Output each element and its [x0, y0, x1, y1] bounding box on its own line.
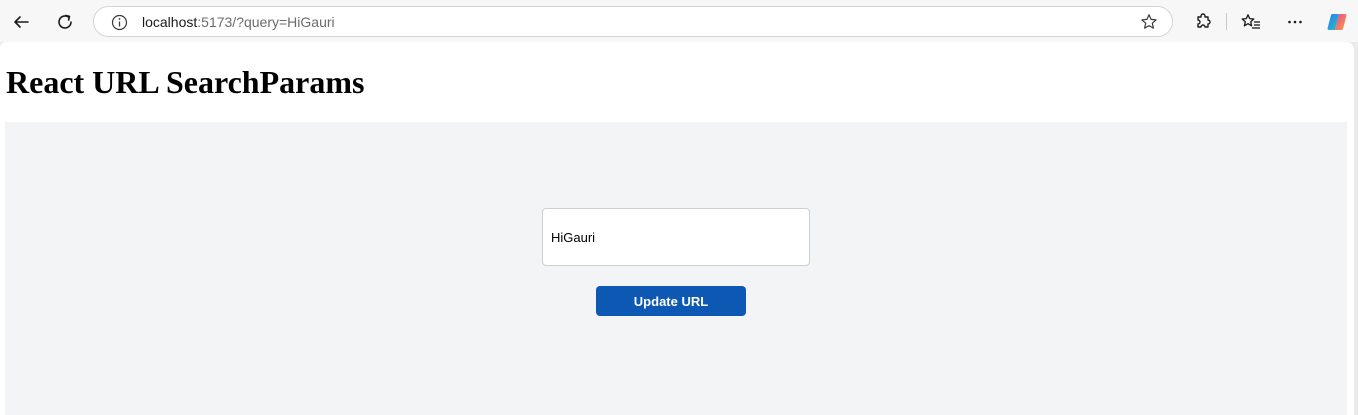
toolbar-divider: [1226, 13, 1227, 30]
search-input[interactable]: [542, 208, 810, 266]
copilot-icon: [1327, 14, 1347, 30]
extensions-button[interactable]: [1188, 7, 1218, 37]
more-icon: [1288, 20, 1302, 24]
url-path: :5173/?query=HiGauri: [197, 14, 335, 30]
favorites-icon: [1241, 14, 1260, 29]
back-arrow-icon: [14, 16, 29, 28]
update-url-button[interactable]: Update URL: [596, 286, 746, 316]
address-url: localhost:5173/?query=HiGauri: [142, 14, 335, 30]
search-panel: Update URL: [5, 122, 1347, 415]
more-button[interactable]: [1280, 7, 1310, 37]
copilot-button[interactable]: [1322, 7, 1352, 37]
address-bar[interactable]: localhost:5173/?query=HiGauri: [93, 6, 1173, 37]
page-title: React URL SearchParams: [6, 64, 365, 100]
info-icon[interactable]: [110, 13, 128, 31]
back-button[interactable]: [6, 7, 36, 37]
reload-icon: [58, 14, 72, 29]
star-icon[interactable]: [1140, 13, 1158, 31]
browser-toolbar: localhost:5173/?query=HiGauri: [0, 0, 1358, 42]
page-viewport: React URL SearchParams Update URL: [0, 42, 1354, 415]
extensions-icon: [1197, 13, 1211, 28]
reload-button[interactable]: [50, 7, 80, 37]
favorites-button[interactable]: [1236, 7, 1266, 37]
url-host: localhost: [142, 14, 198, 30]
